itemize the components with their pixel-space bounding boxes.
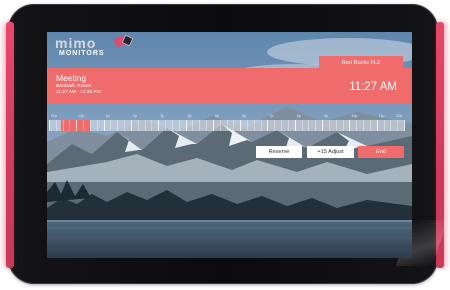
logo-wordmark-bottom: MONITORS [59,50,105,57]
timeline-tick [185,120,187,131]
timeline-tick [171,120,173,131]
current-time-clock: 11:27 AM [349,81,397,93]
timeline-tick [89,120,91,131]
timeline-tick [281,120,283,131]
timeline-tick [192,120,194,131]
room-display-screen: mimo MONITORS Red Rocks FL2 Meeting Bard… [47,32,412,258]
timeline-tick [233,120,235,131]
timeline-tick [240,120,242,131]
timeline-tick [206,120,208,131]
timeline-tick [322,120,324,131]
timeline-tick [199,120,201,131]
timeline-tick [349,120,351,131]
timeline-tick [315,120,317,131]
timeline-hour-label: 8p [296,114,301,118]
timeline-tick [124,120,126,131]
timeline-tick [363,120,365,131]
timeline-tick [397,120,399,131]
schedule-timeline[interactable]: 11a 12p 1p 2p 3p 4p 5p 6p 7p 8p 9p 10p 11p 12a [49,114,405,133]
timeline-hour-label: 11a [51,114,57,118]
timeline-hour-label: 7p [269,114,274,118]
meeting-time-range: 11:27 AM - 12:30 PM [56,90,101,95]
timeline-tick [110,120,112,131]
adjust-15-button[interactable]: +15 Adjust [307,146,354,158]
timeline-tick [404,120,405,131]
timeline-tick [130,120,132,131]
timeline-tick [294,120,296,131]
timeline-tick [274,120,276,131]
timeline-tick [117,120,119,131]
timeline-tick [376,120,378,131]
timeline-tick [308,120,310,131]
timeline-tick [151,120,153,131]
timeline-hour-label: 6p [242,114,247,118]
timeline-tick [76,120,78,131]
timeline-hour-label: 10p [351,114,358,118]
timeline-tick [356,120,358,131]
timeline-tick [144,120,146,131]
current-meeting-banner: Meeting Bardwell, Robert 11:27 AM - 12:3… [47,68,412,104]
timeline-tick [219,120,221,131]
meeting-title: Meeting [56,73,87,83]
timeline-tick [103,120,105,131]
timeline-tick [49,120,50,131]
timeline-tick [369,120,371,131]
timeline-tick [165,120,167,131]
timeline-tick [383,120,385,131]
timeline-tick [267,120,269,131]
timeline-hour-label: 12a [396,114,402,118]
timeline-tick [342,120,344,131]
timeline-tick [69,120,71,131]
timeline-hour-label: 1p [105,114,110,118]
timeline-hour-label: 4p [187,114,192,118]
timeline-hour-label: 2p [132,114,137,118]
timeline-tick [158,120,160,131]
timeline-tick [62,120,64,131]
led-light-bar-left [6,22,14,268]
timeline-tick [137,120,139,131]
timeline-hour-label: 3p [160,114,165,118]
timeline-tick [246,120,248,131]
timeline-tick [83,120,85,131]
timeline-tick [226,120,228,131]
timeline-tick [212,120,214,131]
timeline-hour-label: 12p [78,114,85,118]
timeline-tick [55,120,57,131]
timeline-tick [390,120,392,131]
timeline-tick [335,120,337,131]
timeline-tick [287,120,289,131]
timeline-tick [96,120,98,131]
timeline-tick [253,120,255,131]
timeline-tick [328,120,330,131]
mimo-monitors-logo: mimo MONITORS [55,34,135,58]
timeline-hour-label: 9p [324,114,329,118]
timeline-tick [178,120,180,131]
end-meeting-button[interactable]: End [358,146,404,158]
reserve-button[interactable]: Reserve [256,146,302,158]
timeline-hour-label: 11p [378,114,385,118]
timeline-tick [301,120,303,131]
timeline-tick [260,120,262,131]
timeline-hour-label: 5p [214,114,219,118]
